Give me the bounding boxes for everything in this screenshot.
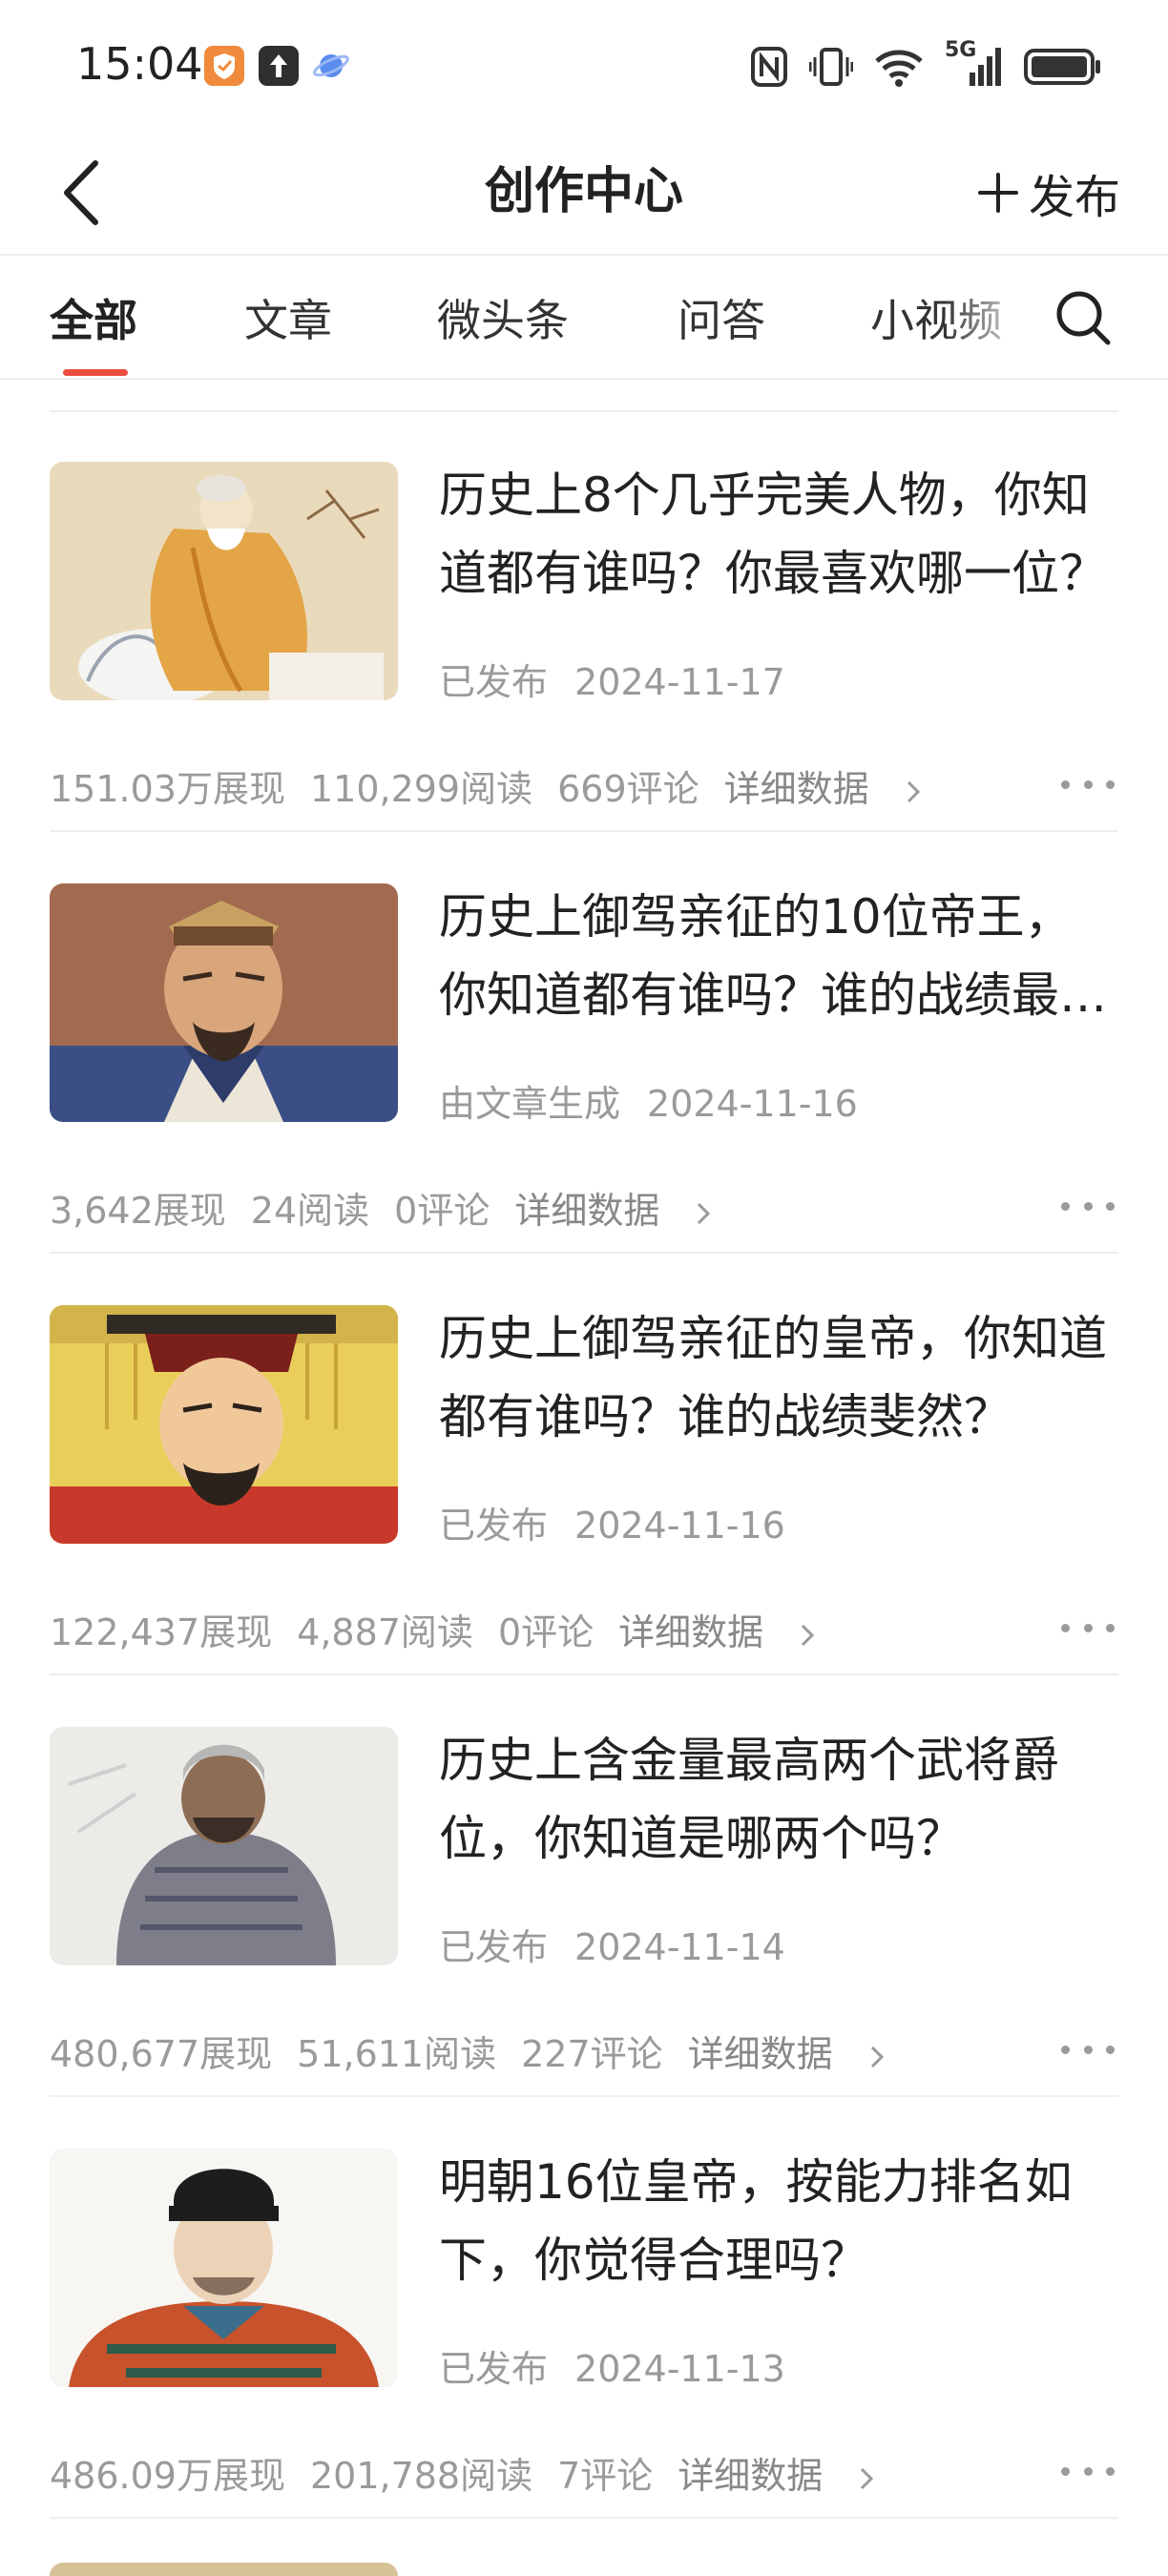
reads-count: 24阅读 xyxy=(250,1190,370,1232)
impressions-count: 480,677展现 xyxy=(50,2033,273,2075)
list-item[interactable]: 明朝16位皇帝，按能力排名如下，你觉得合理吗？ 已发布 2024-11-13 48… xyxy=(0,2097,1168,2517)
detail-data-link[interactable]: 详细数据 xyxy=(688,2033,885,2075)
reads-count: 51,611阅读 xyxy=(297,2033,497,2075)
status-icons: 5G xyxy=(750,38,1101,93)
impressions-count: 3,642展现 xyxy=(50,1190,226,1232)
thumbnail-image xyxy=(50,2149,398,2387)
publish-button[interactable]: 发布 xyxy=(977,155,1120,231)
more-options-button[interactable] xyxy=(1061,1193,1115,1219)
chevron-right-icon xyxy=(907,780,920,803)
list-item[interactable]: 历史上御驾亲征的10位帝王，你知道都有谁吗？谁的战绩最好？ 由文章生成 2024-… xyxy=(0,832,1168,1252)
detail-data-label: 详细数据 xyxy=(678,2455,824,2497)
thumbnail-image xyxy=(50,1305,398,1544)
article-title[interactable]: 历史上御驾亲征的皇帝，你知道都有谁吗？谁的战绩斐然？ xyxy=(439,1299,1116,1456)
article-stats: 3,642展现 24阅读 0评论 详细数据 xyxy=(50,1181,736,1234)
chevron-right-icon xyxy=(870,2046,884,2068)
chevron-right-icon xyxy=(698,1202,711,1225)
article-meta: 已发布 2024-11-16 xyxy=(439,1496,785,1548)
search-button[interactable] xyxy=(1052,286,1115,349)
detail-data-link[interactable]: 详细数据 xyxy=(678,2455,874,2497)
thumbnail-image xyxy=(50,1727,398,1965)
article-title[interactable]: 历史上8个几乎完美人物，你知道都有谁吗？你最喜欢哪一位？ xyxy=(439,456,1116,613)
status-label: 已发布 xyxy=(439,1505,549,1547)
article-meta: 由文章生成 2024-11-16 xyxy=(439,1074,858,1127)
next-item-thumbnail xyxy=(50,2563,398,2576)
reads-count: 4,887阅读 xyxy=(297,1611,473,1653)
tab-micro-posts[interactable]: 微头条 xyxy=(437,286,569,349)
detail-data-label: 详细数据 xyxy=(687,2033,833,2075)
status-time: 15:04 xyxy=(76,38,203,90)
publish-date: 2024-11-14 xyxy=(574,1926,785,1968)
wifi-icon xyxy=(875,50,923,87)
thumbnail-image xyxy=(50,462,398,700)
detail-data-link[interactable]: 详细数据 xyxy=(514,1190,711,1232)
article-stats: 122,437展现 4,887阅读 0评论 详细数据 xyxy=(50,1603,840,1655)
comments-count: 0评论 xyxy=(394,1190,490,1232)
status-label: 已发布 xyxy=(439,661,549,703)
5g-signal-icon: 5G xyxy=(945,38,1002,90)
article-title[interactable]: 历史上含金量最高两个武将爵位，你知道是哪两个吗？ xyxy=(439,1721,1116,1878)
tab-articles[interactable]: 文章 xyxy=(244,286,332,349)
chevron-right-icon xyxy=(861,2467,874,2490)
tab-all[interactable]: 全部 xyxy=(50,286,137,349)
detail-data-label: 详细数据 xyxy=(618,1611,764,1653)
battery-icon xyxy=(1024,49,1100,85)
search-icon xyxy=(1056,291,1111,345)
detail-data-label: 详细数据 xyxy=(514,1190,660,1232)
tab-qa[interactable]: 问答 xyxy=(678,286,765,349)
plus-icon xyxy=(977,173,1018,213)
nav-bar: 创作中心 发布 xyxy=(0,134,1168,254)
thumbnail-image xyxy=(50,883,398,1122)
publish-date: 2024-11-16 xyxy=(574,1505,785,1547)
reads-count: 201,788阅读 xyxy=(309,2455,533,2497)
article-stats: 486.09万展现 201,788阅读 7评论 详细数据 xyxy=(50,2446,899,2499)
article-meta: 已发布 2024-11-14 xyxy=(439,1918,785,1970)
publish-date: 2024-11-16 xyxy=(647,1083,858,1125)
article-title[interactable]: 明朝16位皇帝，按能力排名如下，你觉得合理吗？ xyxy=(439,2143,1116,2299)
planet-app-icon xyxy=(311,46,351,86)
status-label: 已发布 xyxy=(439,2348,549,2390)
impressions-count: 151.03万展现 xyxy=(50,768,285,810)
vibrate-icon xyxy=(809,48,853,86)
article-stats: 151.03万展现 110,299阅读 669评论 详细数据 xyxy=(50,759,946,812)
status-label: 由文章生成 xyxy=(439,1083,621,1125)
reads-count: 110,299阅读 xyxy=(309,768,533,810)
shield-app-icon xyxy=(204,46,244,86)
article-stats: 480,677展现 51,611阅读 227评论 详细数据 xyxy=(50,2025,909,2077)
active-tab-indicator xyxy=(63,369,128,376)
nfc-icon xyxy=(751,47,787,87)
article-title[interactable]: 历史上御驾亲征的10位帝王，你知道都有谁吗？谁的战绩最好？ xyxy=(439,878,1116,1034)
comments-count: 7评论 xyxy=(557,2455,654,2497)
row-separator xyxy=(50,2517,1118,2519)
publish-date: 2024-11-17 xyxy=(574,661,785,703)
tab-fade xyxy=(945,256,1050,378)
impressions-count: 122,437展现 xyxy=(50,1611,273,1653)
detail-data-label: 详细数据 xyxy=(723,768,869,810)
comments-count: 669评论 xyxy=(557,768,699,810)
list-item[interactable]: 历史上8个几乎完美人物，你知道都有谁吗？你最喜欢哪一位？ 已发布 2024-11-… xyxy=(0,410,1168,830)
detail-data-link[interactable]: 详细数据 xyxy=(618,1611,815,1653)
article-meta: 已发布 2024-11-13 xyxy=(439,2339,785,2392)
more-options-button[interactable] xyxy=(1061,2036,1115,2063)
comments-count: 0评论 xyxy=(497,1611,594,1653)
comments-count: 227评论 xyxy=(521,2033,663,2075)
publish-date: 2024-11-13 xyxy=(574,2348,785,2390)
article-meta: 已发布 2024-11-17 xyxy=(439,653,785,705)
upload-app-icon xyxy=(259,46,299,86)
publish-label: 发布 xyxy=(1028,171,1120,224)
more-options-button[interactable] xyxy=(1061,1614,1115,1641)
more-options-button[interactable] xyxy=(1061,2458,1115,2484)
tab-bar: 全部 文章 微头条 问答 小视频 xyxy=(0,256,1168,378)
list-item[interactable]: 历史上含金量最高两个武将爵位，你知道是哪两个吗？ 已发布 2024-11-14 4… xyxy=(0,1675,1168,2095)
status-label: 已发布 xyxy=(439,1926,549,1968)
list-item[interactable]: 历史上御驾亲征的皇帝，你知道都有谁吗？谁的战绩斐然？ 已发布 2024-11-16… xyxy=(0,1254,1168,1673)
divider xyxy=(0,378,1168,380)
detail-data-link[interactable]: 详细数据 xyxy=(724,768,921,810)
chevron-right-icon xyxy=(802,1624,815,1647)
impressions-count: 486.09万展现 xyxy=(50,2455,285,2497)
status-bar: 15:04 5G xyxy=(0,0,1168,134)
more-options-button[interactable] xyxy=(1061,771,1115,798)
